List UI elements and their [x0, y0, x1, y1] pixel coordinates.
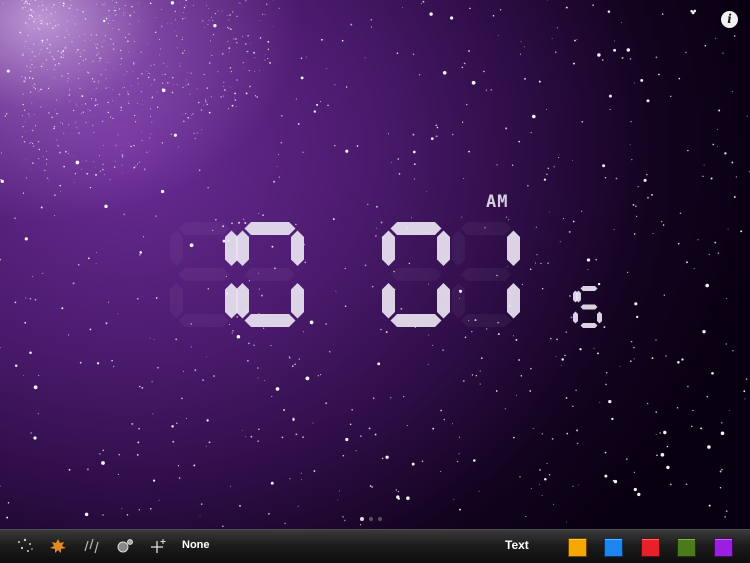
page-dot[interactable] — [378, 517, 382, 521]
leaf-icon[interactable] — [48, 538, 68, 556]
page-dot[interactable] — [360, 517, 364, 521]
digital-clock: AM — [170, 192, 602, 328]
color-swatch-blue[interactable] — [604, 538, 623, 557]
seconds-ones-digit — [576, 286, 602, 328]
minutes-ones-digit — [452, 222, 520, 327]
color-swatch-green[interactable] — [677, 538, 696, 557]
meridiem-indicator: AM — [486, 192, 508, 212]
stars-icon[interactable] — [15, 538, 35, 556]
text-color-label: Text — [505, 538, 529, 552]
bubble-icon[interactable] — [115, 538, 135, 556]
svg-text:AM: AM — [486, 192, 508, 212]
color-swatch-red[interactable] — [641, 538, 660, 557]
minutes-tens-digit — [382, 222, 450, 327]
hours-tens-digit — [170, 222, 238, 327]
effect-label[interactable]: None — [182, 539, 210, 551]
rain-icon[interactable] — [82, 538, 102, 556]
color-swatch-purple[interactable] — [714, 538, 733, 557]
color-swatch-orange[interactable] — [568, 538, 587, 557]
page-dot[interactable] — [369, 517, 373, 521]
clock-screen: i AM 100115AM None Text — [0, 0, 750, 563]
bottom-toolbar: None Text — [0, 529, 750, 563]
page-indicator[interactable] — [360, 517, 382, 521]
sparkle-icon[interactable] — [148, 538, 168, 556]
hours-ones-digit — [236, 222, 304, 327]
